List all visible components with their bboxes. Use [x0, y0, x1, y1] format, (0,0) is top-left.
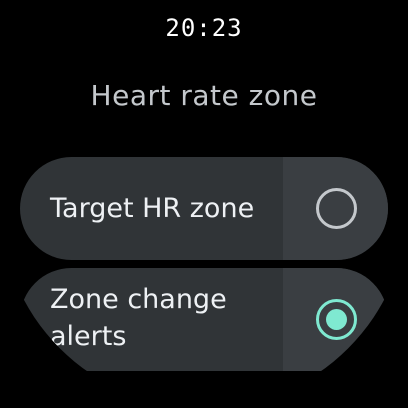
watch-screen: 20:23 Heart rate zone Target HR zone Zon… [0, 0, 408, 408]
page-title: Heart rate zone [90, 79, 318, 112]
status-time: 20:23 [165, 14, 243, 42]
option-zone-change-alerts[interactable]: Zone change alerts [20, 268, 388, 371]
radio-selected-icon[interactable] [316, 299, 357, 340]
radio-unselected-icon[interactable] [316, 188, 357, 229]
option-label: Zone change alerts [50, 284, 227, 352]
option-label: Target HR zone [50, 193, 255, 224]
option-target-hr-zone[interactable]: Target HR zone [20, 157, 388, 260]
radio-dot [326, 309, 347, 330]
